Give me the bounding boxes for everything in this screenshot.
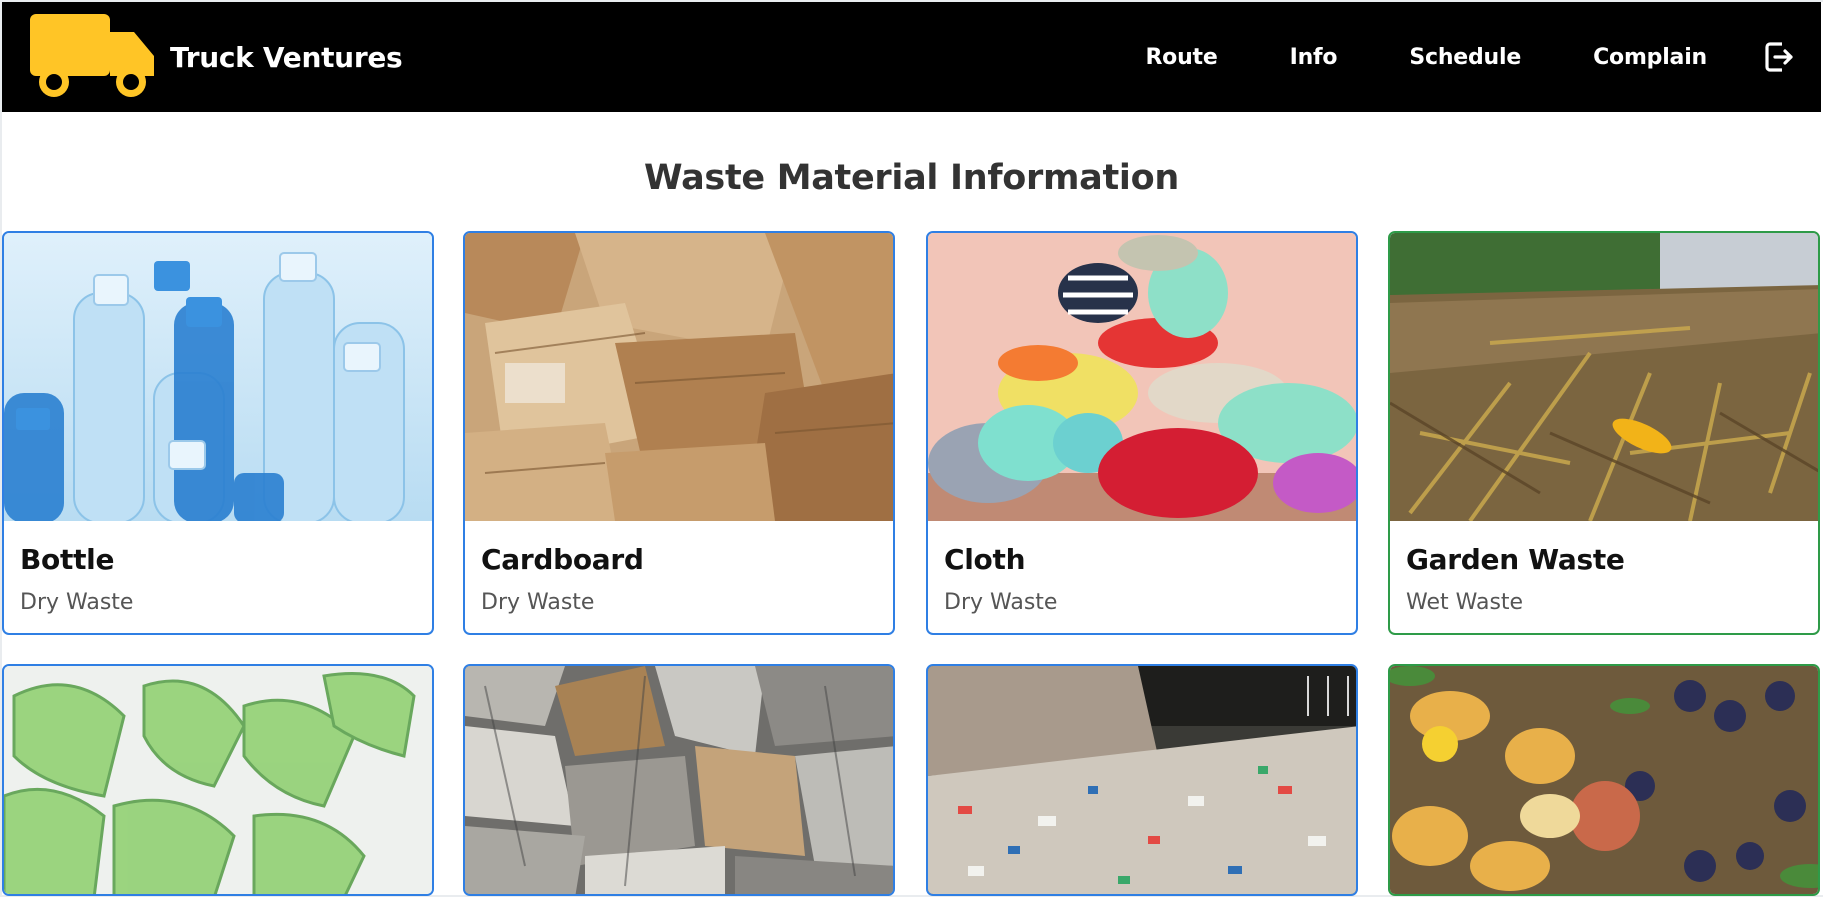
card-body: Cloth Dry Waste bbox=[928, 521, 1356, 633]
card-cloth[interactable]: Cloth Dry Waste bbox=[926, 231, 1358, 635]
nav-complain[interactable]: Complain bbox=[1593, 45, 1707, 70]
logout-icon[interactable] bbox=[1764, 40, 1794, 74]
card-paper[interactable] bbox=[926, 664, 1358, 896]
card-body: Bottle Dry Waste bbox=[4, 521, 432, 633]
card-subtitle: Wet Waste bbox=[1406, 590, 1524, 615]
brand[interactable]: Truck Ventures bbox=[30, 14, 403, 100]
metal-image bbox=[465, 666, 893, 894]
nav-menu: Route Info Schedule Complain bbox=[1145, 2, 1821, 112]
card-metal[interactable] bbox=[463, 664, 895, 896]
glass-image bbox=[4, 666, 432, 894]
card-body: Cardboard Dry Waste bbox=[465, 521, 893, 633]
nav-info[interactable]: Info bbox=[1290, 45, 1338, 70]
brand-name: Truck Ventures bbox=[170, 40, 403, 74]
card-title: Cloth bbox=[944, 543, 1026, 576]
card-glass[interactable] bbox=[2, 664, 434, 896]
card-title: Bottle bbox=[20, 543, 115, 576]
card-cardboard[interactable]: Cardboard Dry Waste bbox=[463, 231, 895, 635]
card-food-waste[interactable] bbox=[1388, 664, 1820, 896]
cloth-image bbox=[928, 233, 1356, 521]
card-garden-waste[interactable]: Garden Waste Wet Waste bbox=[1388, 231, 1820, 635]
paper-image bbox=[928, 666, 1356, 894]
card-bottle[interactable]: Bottle Dry Waste bbox=[2, 231, 434, 635]
card-subtitle: Dry Waste bbox=[481, 590, 595, 615]
navbar: Truck Ventures Route Info Schedule Compl… bbox=[2, 2, 1821, 112]
food-waste-image bbox=[1390, 666, 1818, 894]
cardboard-image bbox=[465, 233, 893, 521]
nav-route[interactable]: Route bbox=[1145, 45, 1217, 70]
bottle-image bbox=[4, 233, 432, 521]
garden-waste-image bbox=[1390, 233, 1818, 521]
card-title: Cardboard bbox=[481, 543, 644, 576]
card-subtitle: Dry Waste bbox=[20, 590, 134, 615]
card-body: Garden Waste Wet Waste bbox=[1390, 521, 1818, 633]
card-subtitle: Dry Waste bbox=[944, 590, 1058, 615]
page-title: Waste Material Information bbox=[644, 158, 1179, 198]
nav-schedule[interactable]: Schedule bbox=[1409, 45, 1521, 70]
truck-icon bbox=[30, 14, 154, 97]
card-title: Garden Waste bbox=[1406, 543, 1625, 576]
